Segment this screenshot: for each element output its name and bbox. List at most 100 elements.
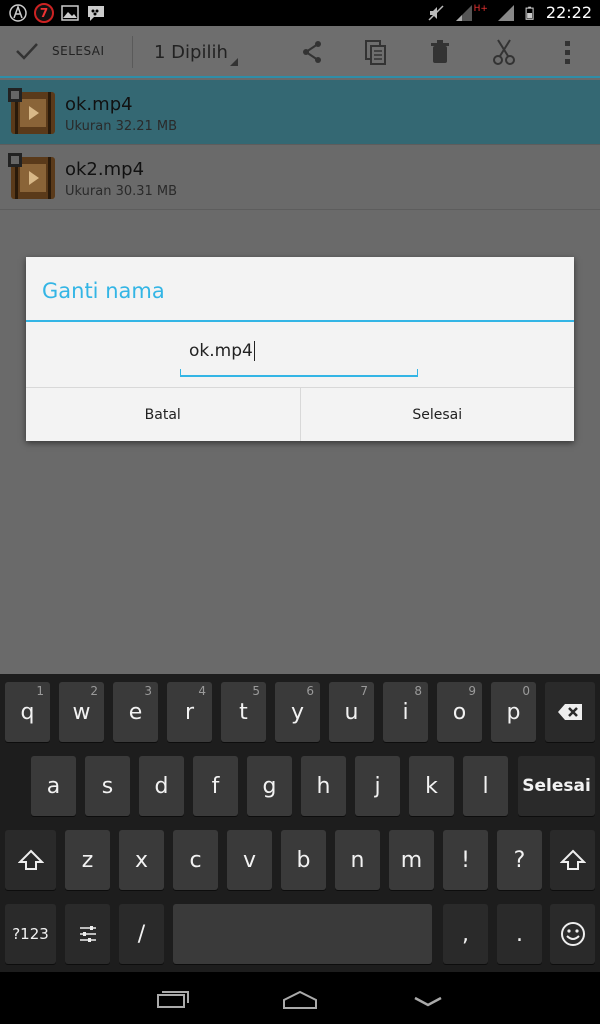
- key-hint: 4: [198, 684, 206, 698]
- key-v[interactable]: v: [227, 830, 272, 890]
- copy-icon[interactable]: [362, 38, 390, 66]
- file-size: Ukuran 30.31 MB: [65, 184, 178, 199]
- filename-value: ok.mp4: [189, 341, 253, 361]
- gallery-icon: [61, 5, 79, 21]
- soft-keyboard: 1q 2w 3e 4r 5t 6y 7u 8i 9o 0p a s d f g …: [0, 674, 600, 972]
- comma-key[interactable]: ,: [443, 904, 488, 964]
- key-c[interactable]: c: [173, 830, 218, 890]
- key-hint: 6: [306, 684, 314, 698]
- key-label: i: [402, 699, 409, 725]
- slash-key[interactable]: /: [119, 904, 164, 964]
- clock: 22:22: [545, 3, 592, 22]
- key-label: .: [516, 921, 523, 947]
- emoji-key[interactable]: [550, 904, 595, 964]
- key-exclamation[interactable]: !: [443, 830, 488, 890]
- battery-icon: [525, 6, 534, 20]
- key-k[interactable]: k: [409, 756, 454, 816]
- key-hint: 8: [414, 684, 422, 698]
- key-p[interactable]: 0p: [491, 682, 536, 742]
- key-j[interactable]: j: [355, 756, 400, 816]
- key-r[interactable]: 4r: [167, 682, 212, 742]
- key-o[interactable]: 9o: [437, 682, 482, 742]
- period-key[interactable]: .: [497, 904, 542, 964]
- home-icon[interactable]: [282, 988, 318, 1010]
- done-key[interactable]: Selesai: [518, 756, 595, 816]
- file-row[interactable]: ok.mp4 Ukuran 32.21 MB: [0, 80, 600, 145]
- key-label: e: [128, 699, 143, 725]
- key-label: o: [452, 699, 467, 725]
- file-row[interactable]: ok2.mp4 Ukuran 30.31 MB: [0, 145, 600, 210]
- app-a-icon: [9, 4, 27, 22]
- key-label: g: [262, 773, 277, 799]
- action-bar: SELESAI 1 Dipilih: [0, 26, 600, 78]
- key-w[interactable]: 2w: [59, 682, 104, 742]
- shift-key[interactable]: [5, 830, 56, 890]
- key-hint: 1: [36, 684, 44, 698]
- key-m[interactable]: m: [389, 830, 434, 890]
- notification-badge-icon: 7: [34, 3, 54, 23]
- key-label: n: [350, 847, 365, 873]
- file-name: ok.mp4: [65, 94, 133, 115]
- cut-icon[interactable]: [490, 38, 518, 66]
- key-e[interactable]: 3e: [113, 682, 158, 742]
- key-label: !: [461, 847, 470, 873]
- key-n[interactable]: n: [335, 830, 380, 890]
- signal-2-icon: [497, 5, 514, 21]
- file-list: ok.mp4 Ukuran 32.21 MB ok2.mp4 Ukuran 30…: [0, 80, 600, 210]
- key-t[interactable]: 5t: [221, 682, 266, 742]
- key-label: x: [134, 847, 149, 873]
- overflow-menu-icon[interactable]: [554, 38, 582, 66]
- recent-apps-icon[interactable]: [156, 988, 192, 1010]
- cancel-button[interactable]: Batal: [26, 388, 300, 441]
- key-hint: 5: [252, 684, 260, 698]
- key-label: z: [81, 847, 94, 873]
- key-label: s: [101, 773, 114, 799]
- space-key[interactable]: [173, 904, 432, 964]
- delete-icon[interactable]: [426, 38, 454, 66]
- symbols-key[interactable]: ?123: [5, 904, 56, 964]
- file-name: ok2.mp4: [65, 159, 145, 180]
- key-g[interactable]: g: [247, 756, 292, 816]
- key-z[interactable]: z: [65, 830, 110, 890]
- hide-keyboard-icon[interactable]: [412, 988, 444, 1010]
- key-question[interactable]: ?: [497, 830, 542, 890]
- key-h[interactable]: h: [301, 756, 346, 816]
- key-a[interactable]: a: [31, 756, 76, 816]
- key-label: c: [189, 847, 202, 873]
- dialog-buttons: Batal Selesai: [26, 387, 574, 441]
- key-label: ?123: [12, 925, 49, 943]
- signal-icon: [455, 5, 472, 21]
- share-icon[interactable]: [298, 38, 326, 66]
- shift-right-key[interactable]: [550, 830, 595, 890]
- key-label: v: [242, 847, 257, 873]
- key-label: j: [374, 773, 381, 799]
- done-action-button[interactable]: SELESAI: [14, 38, 105, 64]
- filename-input[interactable]: ok.mp4: [180, 337, 418, 377]
- key-q[interactable]: 1q: [5, 682, 50, 742]
- key-f[interactable]: f: [193, 756, 238, 816]
- key-x[interactable]: x: [119, 830, 164, 890]
- key-l[interactable]: l: [463, 756, 508, 816]
- dialog-title-divider: [26, 320, 574, 322]
- key-label: t: [239, 699, 248, 725]
- backspace-key[interactable]: [545, 682, 595, 742]
- shift-icon: [17, 849, 44, 870]
- key-b[interactable]: b: [281, 830, 326, 890]
- settings-key[interactable]: [65, 904, 110, 964]
- key-label: f: [211, 773, 220, 799]
- selection-dropdown[interactable]: 1 Dipilih: [154, 42, 228, 63]
- key-label: ,: [462, 921, 469, 947]
- key-hint: 7: [360, 684, 368, 698]
- confirm-button[interactable]: Selesai: [299, 388, 575, 441]
- backspace-icon: [558, 704, 582, 720]
- checkmark-icon: [16, 43, 38, 60]
- key-s[interactable]: s: [85, 756, 130, 816]
- key-i[interactable]: 8i: [383, 682, 428, 742]
- action-bar-divider: [132, 36, 133, 68]
- key-label: l: [482, 773, 489, 799]
- key-d[interactable]: d: [139, 756, 184, 816]
- key-y[interactable]: 6y: [275, 682, 320, 742]
- key-u[interactable]: 7u: [329, 682, 374, 742]
- dialog-title: Ganti nama: [42, 279, 165, 303]
- key-label: r: [184, 699, 195, 725]
